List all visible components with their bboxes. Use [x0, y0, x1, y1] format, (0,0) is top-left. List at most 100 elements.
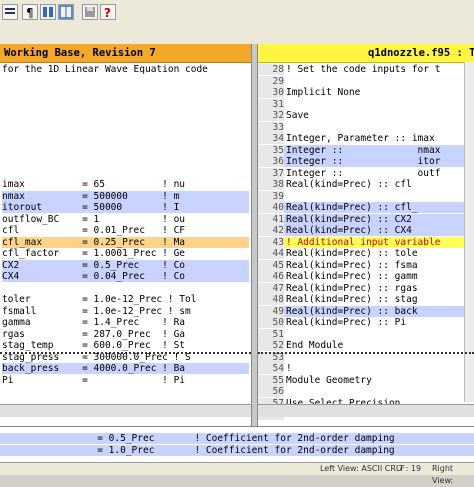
- left-code-line: for the 1D Linear Wave Equation code: [2, 64, 208, 75]
- right-code-line: 55 Module Geometry: [258, 374, 474, 386]
- right-code-line: 30 Implicit None: [258, 87, 474, 98]
- right-code-line: 47 Real(kind=Prec) :: rgas: [258, 282, 474, 294]
- left-code-line: [2, 283, 249, 294]
- code-text: Real(kind=Prec) :: Pi: [286, 317, 407, 328]
- line-number: 31: [258, 98, 284, 110]
- left-code-line: Pi = ! Pi: [2, 374, 186, 386]
- right-code-line: 41 Real(kind=Prec) :: CX2: [258, 213, 474, 225]
- right-code-line: 34 Integer, Parameter :: imax: [258, 133, 474, 144]
- left-code-line: fsmall = 1.0e-12_Prec ! sm: [2, 305, 191, 317]
- code-text: Real(kind=Prec) :: gamm: [286, 271, 418, 282]
- compare-line: = 0.5_Prec ! Coefficient for 2nd-order d…: [0, 433, 474, 444]
- code-text: Real(kind=Prec) :: back: [286, 305, 418, 317]
- right-code-line: 33: [258, 121, 474, 133]
- code-text: End Module: [286, 340, 344, 351]
- right-code-line: 28! Set the code inputs for t: [258, 64, 474, 75]
- line-number: 51: [258, 328, 284, 340]
- svg-text:?: ?: [104, 6, 111, 19]
- code-text: Real(kind=Prec) :: cfl_: [286, 202, 418, 213]
- line-number: 41: [258, 213, 284, 225]
- right-code-line: 36 Integer :: itor: [258, 156, 474, 167]
- code-text: Real(kind=Prec) :: rgas: [286, 282, 418, 294]
- code-text: Integer :: nmax: [286, 144, 441, 156]
- left-code-line: [2, 110, 249, 121]
- left-code-line: outflow_BC = 1 ! ou: [2, 213, 186, 225]
- toolbar: ¶ ?: [0, 0, 474, 45]
- code-text: Integer :: outf: [286, 167, 441, 179]
- cursor-position: 7 : 19: [398, 464, 422, 473]
- line-number: 45: [258, 259, 284, 271]
- line-number: 38: [258, 179, 284, 190]
- left-code-line: [2, 168, 249, 179]
- code-text: Save: [286, 110, 309, 121]
- line-number: 40: [258, 202, 284, 213]
- right-vertical-scrollbar[interactable]: [464, 62, 474, 402]
- right-code-line: 52 End Module: [258, 340, 474, 351]
- help-button[interactable]: ?: [100, 4, 116, 20]
- line-number: 48: [258, 294, 284, 305]
- line-number: 55: [258, 374, 284, 386]
- layout-button[interactable]: [58, 4, 74, 20]
- line-number: 54: [258, 363, 284, 374]
- left-code-line: [2, 87, 249, 98]
- left-code-line: cfl_max = 0.25_Prec ! Ma: [2, 236, 249, 248]
- left-view-status: Left View: ASCII CRLF: [320, 464, 405, 473]
- right-code-line: 32 Save: [258, 110, 474, 121]
- right-code-line: 35 Integer :: nmax: [258, 144, 474, 156]
- line-number: 33: [258, 121, 284, 133]
- left-code-line: back_press = 4000.0_Prec ! Ba: [2, 363, 249, 374]
- right-code-line: 40 Real(kind=Prec) :: cfl_: [258, 202, 474, 213]
- right-code-line: 39: [258, 190, 474, 202]
- left-file-pane[interactable]: Working Base, Revision 7 for the 1D Line…: [0, 44, 251, 426]
- show-differences-button[interactable]: [40, 4, 56, 20]
- show-line-numbers-button[interactable]: ¶: [22, 4, 38, 20]
- right-code-line: 29: [258, 75, 474, 87]
- left-code-line: [2, 76, 249, 87]
- pane-splitter[interactable]: [251, 44, 258, 426]
- left-code-line: imax = 65 ! nu: [2, 179, 186, 190]
- right-code-line: 37 Integer :: outf: [258, 167, 474, 179]
- right-horizontal-scrollbar[interactable]: [258, 404, 474, 417]
- right-code-line: 42 Real(kind=Prec) :: CX4: [258, 225, 474, 236]
- save-button[interactable]: [82, 4, 98, 20]
- code-text: ! Additional input variable: [286, 236, 441, 248]
- line-compare-pane: = 0.5_Prec ! Coefficient for 2nd-order d…: [0, 426, 474, 463]
- line-number: 36: [258, 156, 284, 167]
- floppy-icon: [85, 7, 95, 17]
- left-code-line: nmax = 500000 ! m: [2, 190, 249, 202]
- left-code-line: [2, 133, 249, 144]
- code-text: Real(kind=Prec) :: tole: [286, 248, 418, 259]
- line-number: 49: [258, 305, 284, 317]
- code-text: Real(kind=Prec) :: CX4: [286, 225, 412, 236]
- right-code-line: 49 Real(kind=Prec) :: back: [258, 305, 474, 317]
- right-code-line: 50 Real(kind=Prec) :: Pi: [258, 317, 474, 328]
- right-divider-dots: [258, 352, 474, 362]
- line-number: 42: [258, 225, 284, 236]
- left-code-line: [2, 122, 249, 133]
- line-number: 50: [258, 317, 284, 328]
- code-text: Real(kind=Prec) :: fsma: [286, 259, 418, 271]
- left-code-line: cfl = 0.01_Prec ! CF: [2, 225, 186, 236]
- compare-options-button[interactable]: [2, 4, 18, 20]
- paragraph-icon: ¶: [26, 6, 34, 19]
- left-code-line: rgas = 287.0_Prec ! Ga: [2, 328, 186, 340]
- line-number: 46: [258, 271, 284, 282]
- left-code-line: itorout = 50000 ! I: [2, 202, 249, 213]
- left-horizontal-scrollbar[interactable]: [0, 404, 251, 417]
- code-text: Integer, Parameter :: imax: [286, 133, 435, 144]
- help-icon: ?: [104, 6, 111, 19]
- code-text: Real(kind=Prec) :: stag: [286, 294, 418, 305]
- right-code-line: 48 Real(kind=Prec) :: stag: [258, 294, 474, 305]
- right-file-pane[interactable]: q1dnozzle.f95 : T 28! Set the code input…: [258, 44, 474, 426]
- options-icon: [5, 8, 15, 14]
- left-divider-dots: [0, 352, 251, 362]
- code-text: Integer :: itor: [286, 156, 441, 167]
- left-code-line: [2, 99, 249, 110]
- line-number: 34: [258, 133, 284, 144]
- right-code-line: 31: [258, 98, 474, 110]
- line-number: 52: [258, 340, 284, 351]
- differences-icon: [43, 7, 53, 17]
- line-number: 44: [258, 248, 284, 259]
- left-pane-title: Working Base, Revision 7: [0, 44, 251, 63]
- code-text: Real(kind=Prec) :: cfl: [286, 179, 412, 190]
